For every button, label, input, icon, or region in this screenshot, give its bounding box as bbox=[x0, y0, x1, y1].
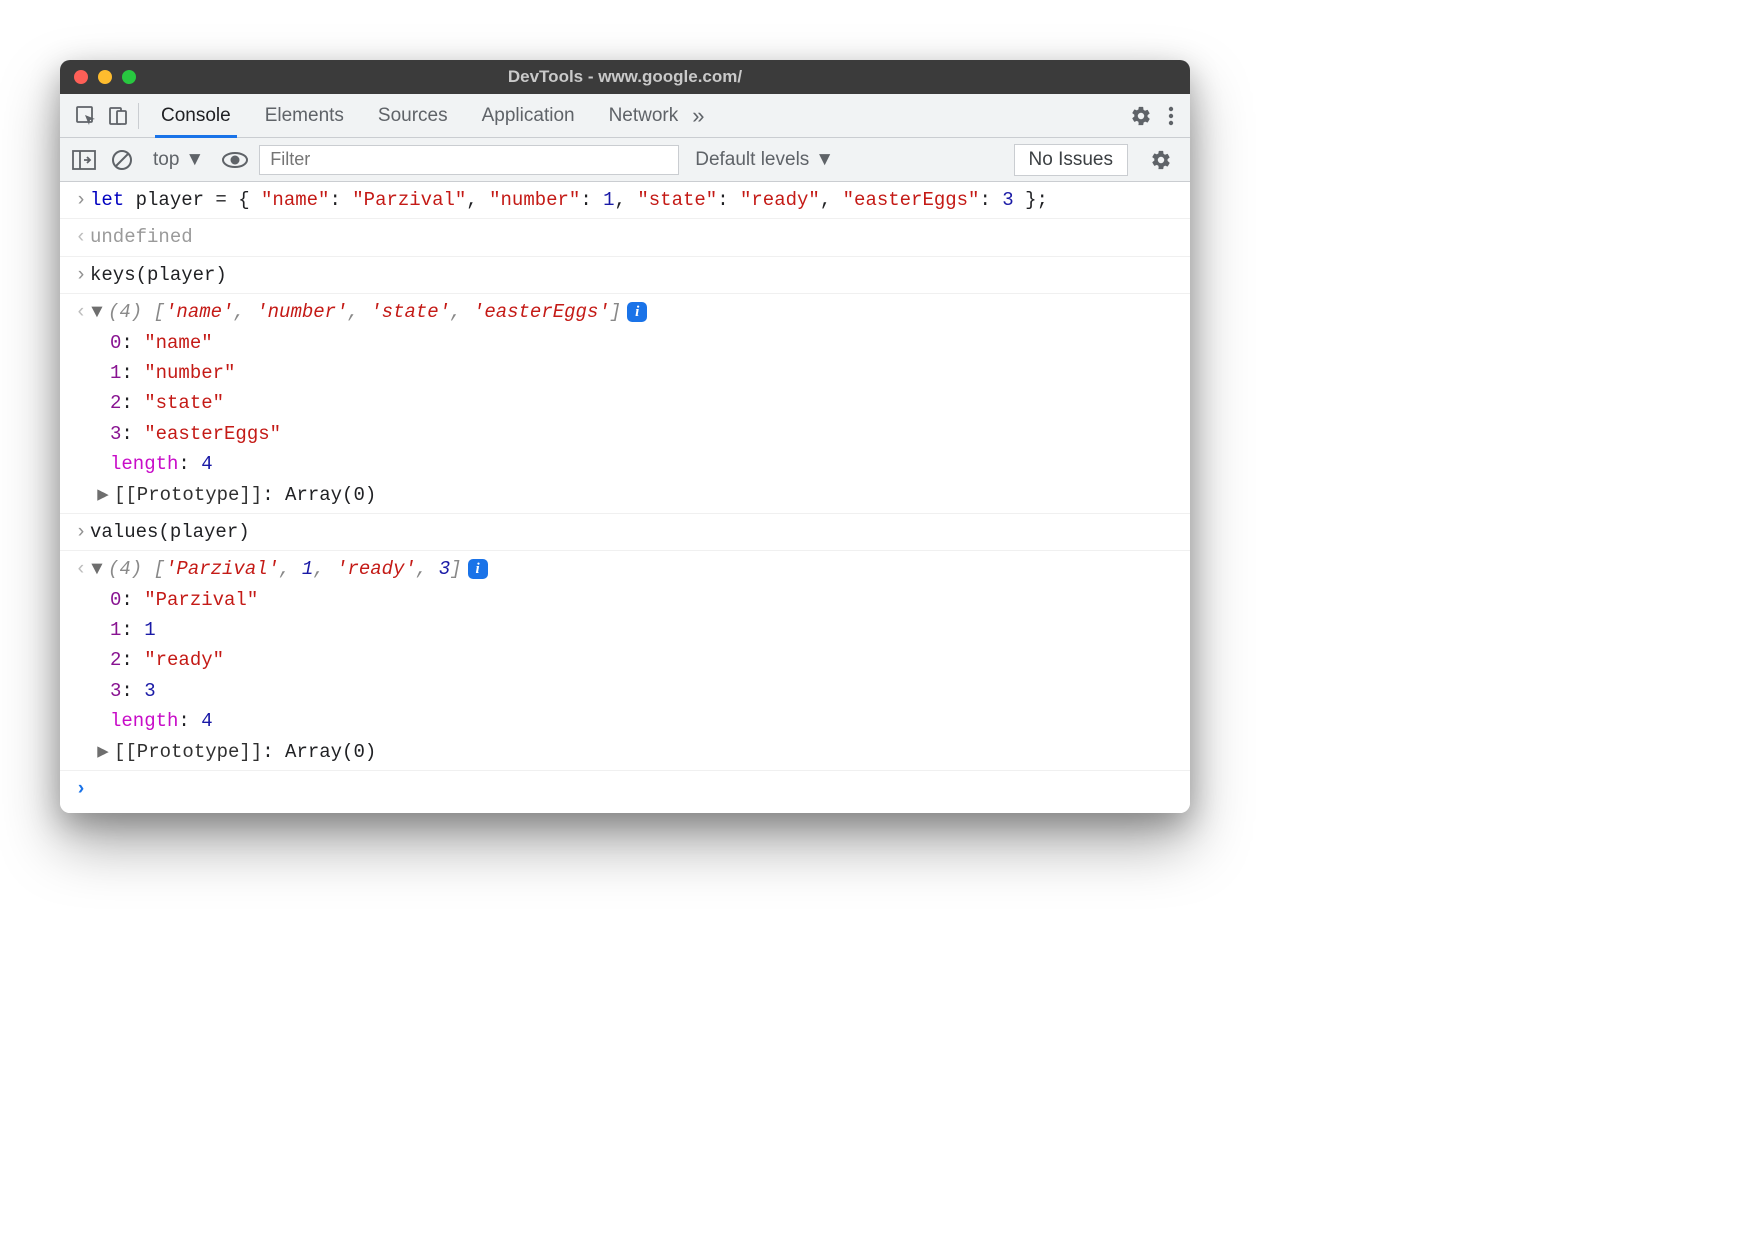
filter-input[interactable] bbox=[259, 145, 679, 175]
input-marker-icon: › bbox=[72, 517, 90, 547]
expand-toggle-icon[interactable]: ▼ bbox=[90, 297, 104, 327]
output-marker-icon: ‹ bbox=[72, 222, 90, 252]
settings-icon[interactable] bbox=[1122, 105, 1160, 127]
array-item: 3: 3 bbox=[72, 676, 1178, 706]
console-output: ›let player = { "name": "Parzival", "num… bbox=[60, 182, 1190, 813]
console-value: undefined bbox=[90, 222, 1178, 252]
array-item: 0: "Parzival" bbox=[72, 585, 1178, 615]
console-settings-icon[interactable] bbox=[1142, 149, 1180, 171]
console-input-row: ›keys(player) bbox=[60, 256, 1190, 293]
console-toolbar: top ▼ Default levels ▼ No Issues bbox=[60, 138, 1190, 182]
console-code: keys(player) bbox=[90, 260, 1178, 290]
zoom-window-button[interactable] bbox=[122, 70, 136, 84]
prompt-marker-icon: › bbox=[72, 774, 90, 804]
array-length: length: 4 bbox=[72, 706, 1178, 736]
prototype-row[interactable]: ▶[[Prototype]]: Array(0) bbox=[72, 737, 1178, 767]
issues-button[interactable]: No Issues bbox=[1014, 144, 1128, 176]
chevron-down-icon: ▼ bbox=[815, 149, 834, 171]
console-input-row: ›let player = { "name": "Parzival", "num… bbox=[60, 182, 1190, 218]
close-window-button[interactable] bbox=[74, 70, 88, 84]
inspect-element-icon[interactable] bbox=[70, 100, 102, 132]
expand-toggle-icon[interactable]: ▶ bbox=[96, 737, 110, 767]
info-badge-icon[interactable]: i bbox=[627, 302, 647, 322]
kebab-menu-icon[interactable] bbox=[1160, 105, 1182, 127]
expand-toggle-icon[interactable]: ▼ bbox=[90, 554, 104, 584]
tab-label: Network bbox=[609, 105, 679, 127]
context-label: top bbox=[153, 149, 179, 171]
live-expression-icon[interactable] bbox=[221, 148, 249, 172]
panel-tabs: Console Elements Sources Application Net… bbox=[155, 94, 684, 137]
array-item: 1: 1 bbox=[72, 615, 1178, 645]
array-item: 3: "easterEggs" bbox=[72, 419, 1178, 449]
tab-label: Application bbox=[482, 105, 575, 127]
window-title: DevTools - www.google.com/ bbox=[60, 67, 1190, 87]
array-item: 1: "number" bbox=[72, 358, 1178, 388]
titlebar: DevTools - www.google.com/ bbox=[60, 60, 1190, 94]
tabstrip: Console Elements Sources Application Net… bbox=[60, 94, 1190, 138]
tab-sources[interactable]: Sources bbox=[372, 94, 454, 137]
console-prompt-row[interactable]: › bbox=[60, 770, 1190, 807]
output-marker-icon: ‹ bbox=[72, 554, 90, 584]
tab-label: Elements bbox=[265, 105, 344, 127]
log-levels-selector[interactable]: Default levels ▼ bbox=[695, 149, 834, 171]
window-controls bbox=[60, 70, 136, 84]
levels-label: Default levels bbox=[695, 149, 809, 171]
minimize-window-button[interactable] bbox=[98, 70, 112, 84]
console-input-row: ›values(player) bbox=[60, 513, 1190, 550]
more-tabs-icon[interactable]: » bbox=[692, 103, 704, 129]
issues-label: No Issues bbox=[1029, 149, 1113, 170]
info-badge-icon[interactable]: i bbox=[468, 559, 488, 579]
device-toolbar-icon[interactable] bbox=[102, 100, 134, 132]
tab-console[interactable]: Console bbox=[155, 94, 237, 137]
console-result-row: ‹▼(4) ['name', 'number', 'state', 'easte… bbox=[60, 293, 1190, 513]
tab-application[interactable]: Application bbox=[476, 94, 581, 137]
console-code: let player = { "name": "Parzival", "numb… bbox=[90, 185, 1178, 215]
chevron-down-icon: ▼ bbox=[185, 149, 204, 171]
array-length: length: 4 bbox=[72, 449, 1178, 479]
tab-label: Sources bbox=[378, 105, 448, 127]
array-summary[interactable]: ▼(4) ['name', 'number', 'state', 'easter… bbox=[90, 297, 1178, 327]
devtools-window: DevTools - www.google.com/ Console Eleme… bbox=[60, 60, 1190, 813]
tab-elements[interactable]: Elements bbox=[259, 94, 350, 137]
array-item: 2: "ready" bbox=[72, 645, 1178, 675]
prototype-row[interactable]: ▶[[Prototype]]: Array(0) bbox=[72, 480, 1178, 510]
clear-console-icon[interactable] bbox=[108, 148, 136, 172]
input-marker-icon: › bbox=[72, 260, 90, 290]
console-result-row: ‹undefined bbox=[60, 218, 1190, 255]
array-summary[interactable]: ▼(4) ['Parzival', 1, 'ready', 3]i bbox=[90, 554, 1178, 584]
tab-network[interactable]: Network bbox=[603, 94, 685, 137]
array-item: 2: "state" bbox=[72, 388, 1178, 418]
console-code: values(player) bbox=[90, 517, 1178, 547]
execution-context-selector[interactable]: top ▼ bbox=[146, 146, 211, 174]
tab-label: Console bbox=[161, 105, 231, 127]
console-sidebar-toggle-icon[interactable] bbox=[70, 148, 98, 172]
output-marker-icon: ‹ bbox=[72, 297, 90, 327]
array-item: 0: "name" bbox=[72, 328, 1178, 358]
console-result-row: ‹▼(4) ['Parzival', 1, 'ready', 3]i0: "Pa… bbox=[60, 550, 1190, 770]
expand-toggle-icon[interactable]: ▶ bbox=[96, 480, 110, 510]
separator bbox=[138, 103, 139, 129]
input-marker-icon: › bbox=[72, 185, 90, 215]
